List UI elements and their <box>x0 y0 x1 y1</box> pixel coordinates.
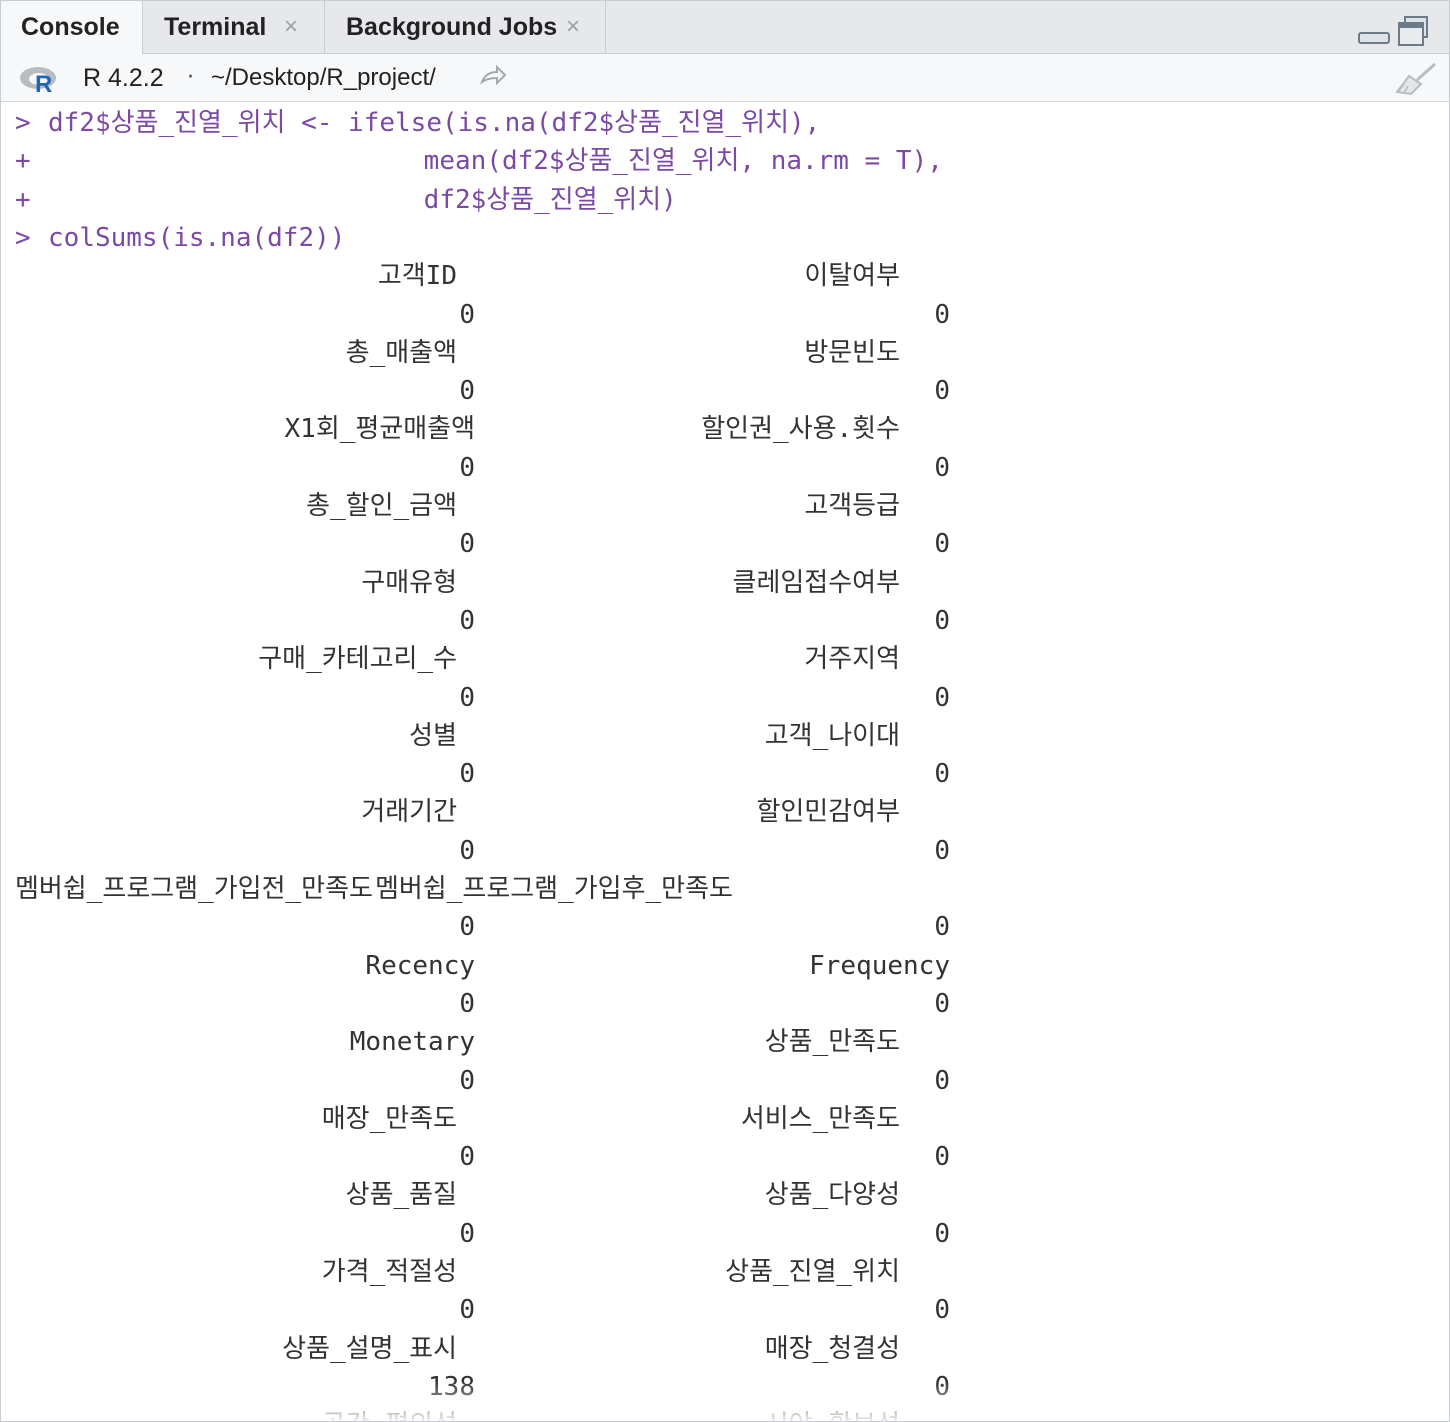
r-logo-icon: R <box>20 67 56 94</box>
separator-dot: · <box>187 65 194 90</box>
column-name-label: 고객등급 <box>804 491 900 521</box>
na-count-value: 0 <box>459 759 475 790</box>
column-name-label: 구매_카테고리_수 <box>258 644 457 675</box>
na-count-value: 0 <box>934 1218 950 1249</box>
clear-console-broom-icon[interactable] <box>1395 62 1439 96</box>
column-name-label: 매장_만족도 <box>321 1103 457 1134</box>
tab-console[interactable]: Console <box>1 1 143 54</box>
na-count-value: 0 <box>934 299 950 330</box>
column-name-label: Recency <box>365 950 475 981</box>
column-name-label: 고객_나이대 <box>764 720 900 751</box>
na-count-value: 0 <box>459 299 475 330</box>
na-count-value: 0 <box>459 1142 475 1173</box>
column-name-label: 상품_진열_위치 <box>725 1257 900 1287</box>
column-name-label: 상품_설명_표시 <box>282 1333 457 1364</box>
minimize-icon[interactable] <box>1357 17 1391 47</box>
na-count-value: 0 <box>459 682 475 713</box>
tab-console-label: Console <box>21 13 120 41</box>
column-name-label: 거주지역 <box>804 644 900 675</box>
na-count-value: 0 <box>934 1295 950 1326</box>
column-name-label: 할인민감여부 <box>756 797 900 828</box>
console-command-line: df2$상품_진열_위치) <box>48 184 677 215</box>
column-name-label: 상품_품질 <box>345 1180 457 1211</box>
bottom-fade <box>1 1381 1449 1421</box>
na-count-value: 0 <box>934 835 950 866</box>
column-name-label: 상품_만족도 <box>764 1027 900 1058</box>
column-name-label: 클레임접수여부 <box>732 567 900 598</box>
na-count-value: 0 <box>459 1295 475 1326</box>
na-count-value: 0 <box>459 1065 475 1096</box>
column-name-label: Monetary <box>349 1027 475 1058</box>
column-name-label: 구매유형 <box>361 567 457 598</box>
column-name-label: 성별 <box>409 720 457 751</box>
working-directory[interactable]: ~/Desktop/R_project/ <box>211 60 436 96</box>
console-prompt: > <box>15 108 31 138</box>
column-name-label: Frequency <box>809 950 950 981</box>
na-count-value: 0 <box>934 682 950 713</box>
column-name-label: 거래기간 <box>361 797 457 828</box>
r-version: R 4.2.2 <box>83 64 164 92</box>
console-command-line: mean(df2$상품_진열_위치, na.rm = T), <box>48 146 943 177</box>
na-count-value: 0 <box>934 376 950 407</box>
column-name-label: 방문빈도 <box>804 337 900 368</box>
console-command-line: df2$상품_진열_위치 <- ifelse(is.na(df2$상품_진열_위… <box>48 108 821 138</box>
tab-background-jobs[interactable]: Background Jobs × <box>326 1 606 53</box>
maximize-icon[interactable] <box>1397 15 1431 49</box>
svg-text:R: R <box>35 71 52 94</box>
column-name-label: 이탈여부 <box>804 261 900 292</box>
na-count-value: 0 <box>934 529 950 560</box>
tab-background-jobs-label: Background Jobs <box>346 13 558 41</box>
column-name-label: 멤버쉽_프로그램_가입후_만족도 <box>375 874 733 904</box>
close-icon[interactable]: × <box>566 1 580 53</box>
column-name-label: 할인권_사용.횟수 <box>701 414 900 445</box>
na-count-value: 0 <box>459 529 475 560</box>
tab-terminal[interactable]: Terminal × <box>144 1 325 53</box>
na-count-value: 0 <box>934 1142 950 1173</box>
na-count-value: 0 <box>934 988 950 1019</box>
column-name-label: 상품_다양성 <box>764 1180 900 1211</box>
console-prompt: + <box>15 146 31 177</box>
tab-terminal-label: Terminal <box>164 13 267 41</box>
na-count-value: 0 <box>459 376 475 407</box>
column-name-label: 총_매출액 <box>345 337 457 368</box>
na-count-value: 0 <box>459 605 475 636</box>
na-count-value: 0 <box>934 1065 950 1096</box>
column-name-label: 멤버쉽_프로그램_가입전_만족도 <box>15 874 373 904</box>
console-prompt: > <box>15 222 31 253</box>
na-count-value: 0 <box>934 759 950 790</box>
na-count-value: 0 <box>459 835 475 866</box>
console-prompt: + <box>15 184 31 215</box>
column-name-label: X1회_평균매출액 <box>284 414 475 445</box>
close-icon[interactable]: × <box>284 1 298 53</box>
console-command-line: colSums(is.na(df2)) <box>48 222 346 253</box>
console-toolbar: R R 4.2.2 · ~/Desktop/R_project/ <box>1 54 1449 102</box>
goto-directory-icon[interactable] <box>479 64 507 88</box>
column-name-label: 가격_적절성 <box>321 1257 457 1287</box>
tab-bar: Console Terminal × Background Jobs × <box>1 1 1449 54</box>
na-count-value: 0 <box>459 912 475 943</box>
column-name-label: 총_할인_금액 <box>306 491 457 521</box>
column-name-label: 고객ID <box>377 261 457 292</box>
na-count-value: 0 <box>459 988 475 1019</box>
na-count-value: 0 <box>459 452 475 483</box>
column-name-label: 서비스_만족도 <box>740 1103 900 1134</box>
na-count-value: 0 <box>934 912 950 943</box>
rstudio-console-pane: Console Terminal × Background Jobs × R R… <box>0 0 1450 1422</box>
na-count-value: 0 <box>459 1218 475 1249</box>
console-output[interactable]: > df2$상품_진열_위치 <- ifelse(is.na(df2$상품_진열_… <box>1 102 1449 1421</box>
na-count-value: 0 <box>934 605 950 636</box>
na-count-value: 0 <box>934 452 950 483</box>
column-name-label: 매장_청결성 <box>764 1333 900 1364</box>
